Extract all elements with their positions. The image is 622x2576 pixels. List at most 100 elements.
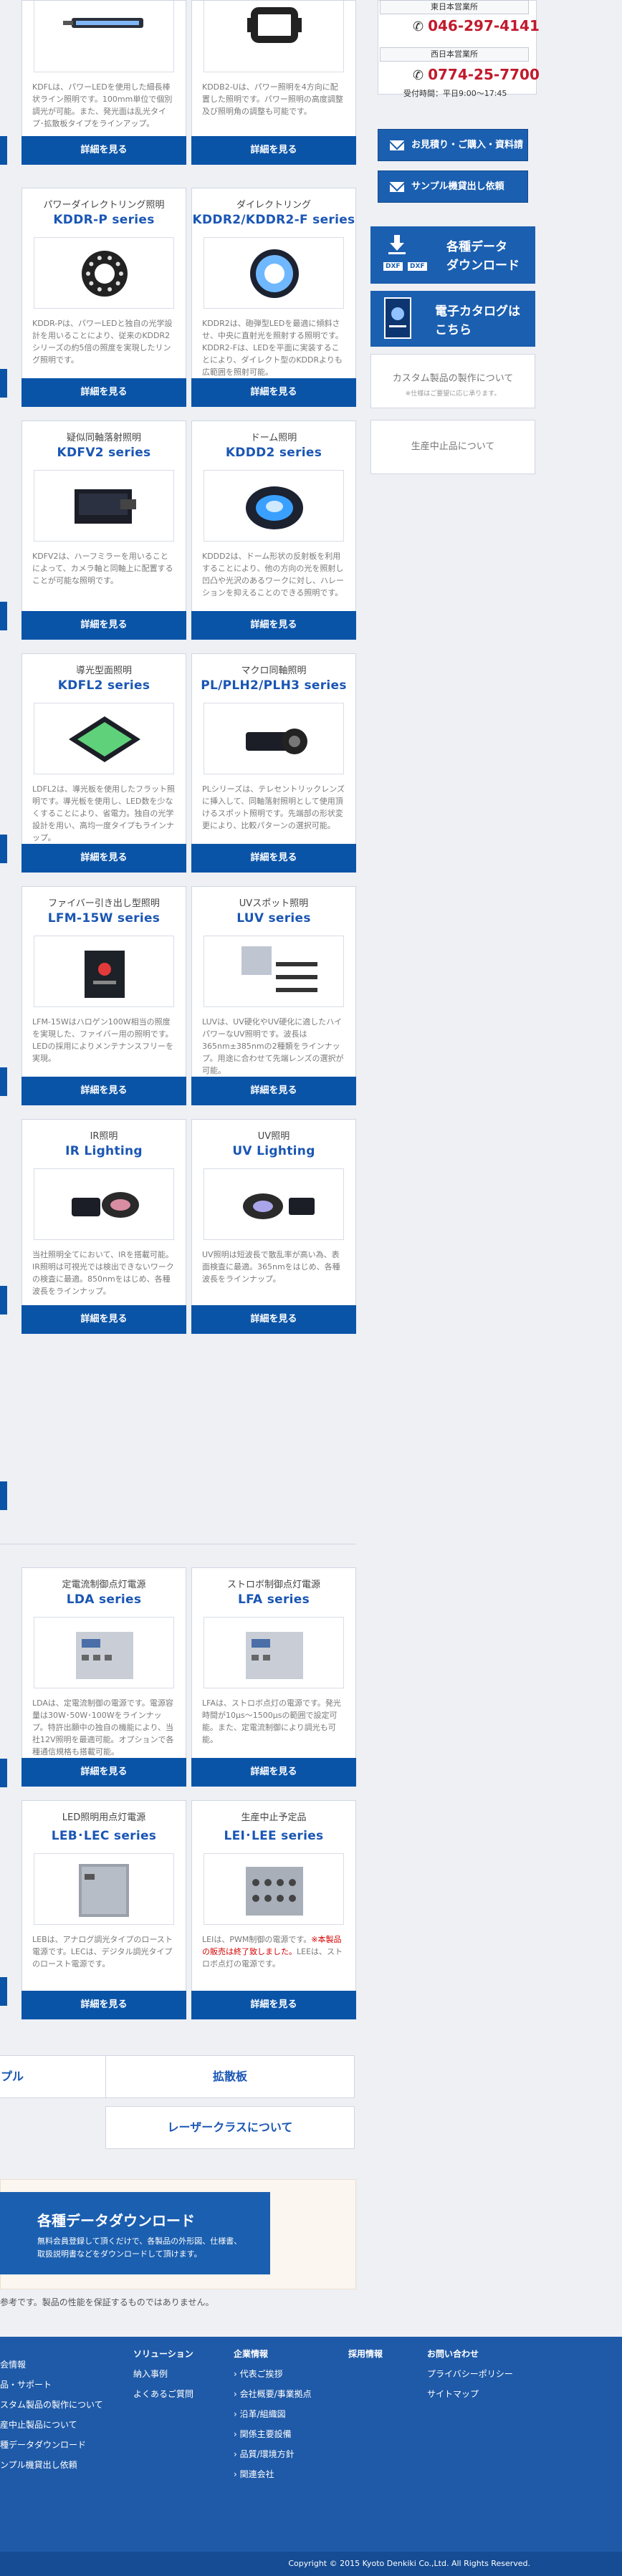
detail-button[interactable]: 詳細を見る — [191, 1077, 356, 1105]
detail-button[interactable]: 詳細を見る — [21, 1077, 186, 1105]
footer-company-link[interactable]: › 関連会社 — [234, 2464, 312, 2484]
product-category: 導光型面照明 — [75, 665, 132, 676]
product-name[interactable]: LFA series — [192, 1592, 355, 1607]
product-name[interactable]: KDDR2/KDDR2-F series — [192, 213, 355, 227]
product-name[interactable]: KDDR-P series — [22, 213, 186, 227]
product-name[interactable]: UV Lighting — [192, 1144, 355, 1158]
detail-button[interactable]: 詳細を見る — [191, 611, 356, 640]
footer-col2-link[interactable]: よくあるご質問 — [133, 2384, 193, 2404]
clipped-detail-button[interactable] — [0, 1977, 7, 2006]
estimate-button[interactable]: お見積り・ご購入・資料請求 — [378, 129, 528, 181]
detail-button[interactable]: 詳細を見る — [21, 378, 186, 407]
sample-request-button[interactable]: サンプル機貸出し依頼 — [378, 170, 528, 203]
data-download-button[interactable]: DXF DXF 各種データ ダウンロード — [370, 226, 535, 284]
tel-east[interactable]: ✆ 046-297-4141 — [413, 17, 540, 34]
download-banner-title: 各種データダウンロード — [37, 2212, 195, 2229]
detail-button[interactable]: 詳細を見る — [191, 136, 356, 165]
product-name[interactable]: LEI･LEE series — [192, 1825, 355, 1843]
detail-button[interactable]: 詳細を見る — [191, 1758, 356, 1787]
footer-company-link[interactable]: › 関係主要設備 — [234, 2424, 312, 2444]
footer-col2-link[interactable]: ソリューション — [133, 2344, 193, 2364]
product-name[interactable]: PL/PLH2/PLH3 series — [192, 678, 355, 693]
product-category: LED照明用点灯電源 — [62, 1812, 146, 1823]
custom-product-link[interactable]: カスタム製品の製作について ※仕様はご要望に応じ承ります。 — [370, 354, 535, 408]
footer-col1-link[interactable]: 種データダウンロード — [0, 2435, 103, 2455]
detail-button[interactable]: 詳細を見る — [21, 1305, 186, 1334]
product-description: LEIは、PWM制御の電源です。※本製品の販売は終了致しました。LEEは、ストロ… — [202, 1935, 343, 1969]
product-card: 疑似同軸落射照明 KDFV2 series KDFV2は、ハーフミラーを用いることに… — [21, 420, 186, 640]
product-description: KDDD2は、ドーム形状の反射板を利用することにより、他の方向の光を照射し凹凸や… — [202, 552, 344, 597]
product-description: KDDB2-Uは、パワー照明を4方向に配置した照明です。パワー照明の高度調整及び… — [202, 82, 343, 116]
product-card: ダイレクトリング KDDR2/KDDR2-F series KDDR2は、砲弾型LE… — [191, 188, 356, 407]
product-card: 導光型面照明 KDFL2 series LDFL2は、導光板を使用したフラット照明で… — [21, 653, 186, 873]
product-photo — [204, 237, 344, 309]
product-name[interactable]: LFM-15W series — [22, 911, 186, 926]
product-name[interactable]: KDFL2 series — [22, 678, 186, 693]
detail-button[interactable]: 詳細を見る — [21, 1991, 186, 2019]
detail-button[interactable]: 詳細を見る — [21, 611, 186, 640]
footer-company-link[interactable]: › 品質/環境方針 — [234, 2444, 312, 2464]
download-banner[interactable]: 各種データダウンロード 無料会員登録して頂くだけで、各製品の外形図、仕様書、 取… — [0, 2192, 270, 2274]
custom-product-title: カスタム製品の製作について — [392, 373, 514, 384]
product-description: KDFLは、パワーLEDを使用した細長棒状ライン照明です。100mm単位で個別調… — [32, 82, 173, 128]
footer-col5-link[interactable]: サイトマップ — [427, 2384, 513, 2404]
product-name[interactable]: KDDD2 series — [192, 446, 355, 460]
clipped-detail-button[interactable] — [0, 602, 7, 630]
product-photo — [34, 237, 174, 309]
detail-button[interactable]: 詳細を見る — [191, 844, 356, 873]
clipped-detail-button[interactable] — [0, 835, 7, 863]
clipped-detail-button[interactable] — [0, 136, 7, 165]
clipped-detail-button[interactable] — [0, 1481, 7, 1510]
product-description: PLシリーズは、テレセントリックレンズに挿入して、同軸落射照明として使用頂けるス… — [202, 784, 345, 830]
product-category: 生産中止予定品 — [241, 1812, 307, 1823]
footer-col1-link[interactable]: 会情報 — [0, 2355, 103, 2375]
download-title-1: 各種データ — [446, 240, 507, 254]
clipped-detail-button[interactable] — [0, 1759, 7, 1787]
product-photo — [204, 1853, 344, 1925]
footer-col5-link[interactable]: プライバシーポリシー — [427, 2364, 513, 2384]
laser-class-link[interactable]: レーザークラスについて — [105, 2106, 355, 2149]
detail-button[interactable]: 詳細を見る — [191, 378, 356, 407]
product-card: パワーダイレクトリング照明 KDDR-P series KDDR-Pは、パワーLED… — [21, 188, 186, 407]
footer-col1-link[interactable]: 品・サポート — [0, 2375, 103, 2395]
footer-col1-link[interactable]: 産中止製品について — [0, 2415, 103, 2435]
footer-company-link[interactable]: › 沿革/組織図 — [234, 2404, 312, 2424]
footer-heading-recruit[interactable]: 採用情報 — [348, 2344, 383, 2364]
product-name[interactable]: LUV series — [192, 911, 355, 926]
detail-button[interactable]: 詳細を見る — [21, 136, 186, 165]
footer-company-link[interactable]: › 代表ご挨拶 — [234, 2364, 312, 2384]
product-card: マクロ同軸照明 PL/PLH2/PLH3 series PLシリーズは、テレセントリ… — [191, 653, 356, 873]
product-description: LFAは、ストロボ点灯の電源です。発光時間が10μs〜1500μsの範囲で設定可… — [202, 1698, 341, 1744]
footer-col1-link[interactable]: ンプル機貸出し依頼 — [0, 2455, 103, 2475]
footer-col2-link[interactable]: 納入事例 — [133, 2364, 193, 2384]
product-category: UVスポット照明 — [239, 898, 309, 909]
clipped-detail-button[interactable] — [0, 1286, 7, 1315]
tel-west[interactable]: ✆ 0774-25-7700 — [413, 66, 540, 83]
detail-button[interactable]: 詳細を見る — [191, 1305, 356, 1334]
product-name[interactable]: LDA series — [22, 1592, 186, 1607]
product-name[interactable]: IR Lighting — [22, 1144, 186, 1158]
footer-col5-link[interactable]: お問い合わせ — [427, 2344, 513, 2364]
footer-heading-company[interactable]: 企業情報 — [234, 2344, 312, 2364]
product-description: LEBは、アナログ調光タイプのロースト電源です。LECは、デジタル調光タイプのロ… — [32, 1935, 173, 1969]
clipped-detail-button[interactable] — [0, 369, 7, 398]
catalog-title-2: こちら — [435, 323, 472, 337]
diffuser-link[interactable]: 拡散板 — [105, 2055, 355, 2098]
clipped-detail-button[interactable] — [0, 1067, 7, 1096]
product-description: KDDR2は、砲弾型LEDを最適に傾斜させ、中央に直射光を照射する照明です。KD… — [202, 319, 343, 377]
product-description: LDAは、定電流制御の電源です。電源容量は30W･50W･100Wをラインナップ… — [32, 1698, 174, 1756]
footer-col1-link[interactable]: スタム製品の製作について — [0, 2395, 103, 2415]
product-name[interactable]: KDFV2 series — [22, 446, 186, 460]
detail-button[interactable]: 詳細を見る — [21, 1758, 186, 1787]
discontinued-link[interactable]: 生産中止品について — [370, 420, 535, 474]
detail-button[interactable]: 詳細を見る — [191, 1991, 356, 2019]
product-card: UVスポット照明 LUV series LUVは、UV硬化やUV硬化に適したハイパワ… — [191, 886, 356, 1105]
download-banner-text: 無料会員登録して頂くだけで、各製品の外形図、仕様書、 取扱説明書などをダウンロー… — [37, 2236, 242, 2259]
product-name[interactable]: LEB･LEC series — [22, 1825, 186, 1843]
footer-company-link[interactable]: › 会社概要/事業拠点 — [234, 2384, 312, 2404]
detail-button[interactable]: 詳細を見る — [21, 844, 186, 873]
mail-icon — [390, 140, 404, 150]
e-catalog-button[interactable]: 電子カタログは こちら — [370, 291, 535, 347]
dxf-badge: DXF — [408, 262, 427, 271]
product-photo — [34, 936, 174, 1007]
